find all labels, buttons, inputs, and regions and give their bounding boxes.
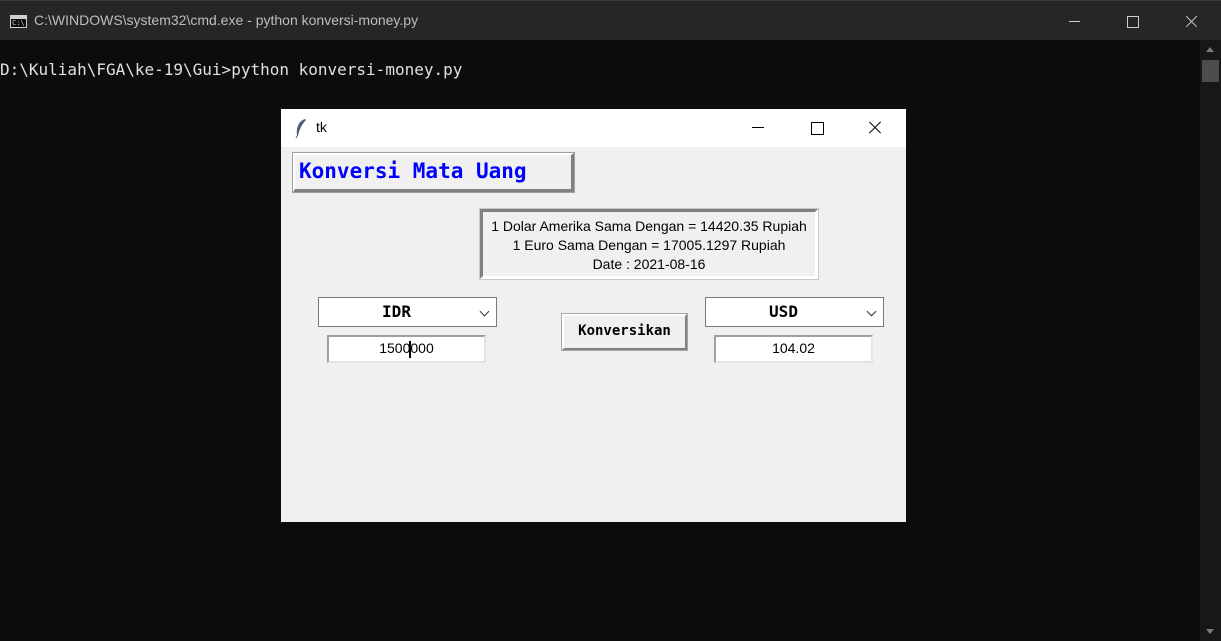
to-currency-select[interactable]: USD <box>705 297 884 327</box>
amount-input-value: 1500000 <box>379 340 434 356</box>
cmd-titlebar: C:\. C:\WINDOWS\system32\cmd.exe - pytho… <box>0 0 1221 40</box>
tk-window: tk Konversi Mata Uang 1 Dolar Amerika Sa… <box>281 109 906 522</box>
text-cursor <box>409 341 411 358</box>
tk-close-button[interactable] <box>846 109 904 147</box>
scroll-thumb[interactable] <box>1202 60 1219 82</box>
result-output[interactable]: 104.02 <box>714 335 873 363</box>
tk-maximize-button[interactable] <box>787 109 845 147</box>
from-currency-value: IDR <box>382 302 411 321</box>
tk-window-title: tk <box>316 119 327 135</box>
eur-rate-text: 1 Euro Sama Dengan = 17005.1297 Rupiah <box>512 237 786 253</box>
rate-date-text: Date : 2021-08-16 <box>592 256 706 272</box>
cmd-maximize-button[interactable] <box>1104 1 1162 41</box>
app-heading: Konversi Mata Uang <box>292 152 575 193</box>
cmd-scrollbar[interactable] <box>1200 40 1221 641</box>
amount-input[interactable]: 1500000 <box>327 335 486 363</box>
chevron-down-icon[interactable] <box>479 306 490 317</box>
chevron-down-icon[interactable] <box>866 306 877 317</box>
cmd-window-title: C:\WINDOWS\system32\cmd.exe - python kon… <box>34 12 419 28</box>
scroll-up-arrow-icon[interactable] <box>1206 47 1214 52</box>
tk-titlebar: tk <box>281 109 906 147</box>
cmd-icon-text: C:\. <box>12 19 29 27</box>
exchange-rate-info: 1 Dolar Amerika Sama Dengan = 14420.35 R… <box>479 208 819 280</box>
convert-button[interactable]: Konversikan <box>561 313 688 351</box>
scroll-down-arrow-icon[interactable] <box>1206 629 1214 634</box>
usd-rate-text: 1 Dolar Amerika Sama Dengan = 14420.35 R… <box>491 218 807 234</box>
to-currency-value: USD <box>769 302 798 321</box>
feather-icon <box>295 119 306 138</box>
tk-minimize-button[interactable] <box>729 109 787 147</box>
cmd-close-button[interactable] <box>1162 1 1220 41</box>
result-output-value: 104.02 <box>772 340 815 356</box>
cmd-app-icon: C:\. <box>10 15 29 28</box>
cmd-prompt-line: D:\Kuliah\FGA\ke-19\Gui>python konversi-… <box>0 60 463 79</box>
from-currency-select[interactable]: IDR <box>318 297 497 327</box>
cmd-minimize-button[interactable] <box>1046 1 1104 41</box>
